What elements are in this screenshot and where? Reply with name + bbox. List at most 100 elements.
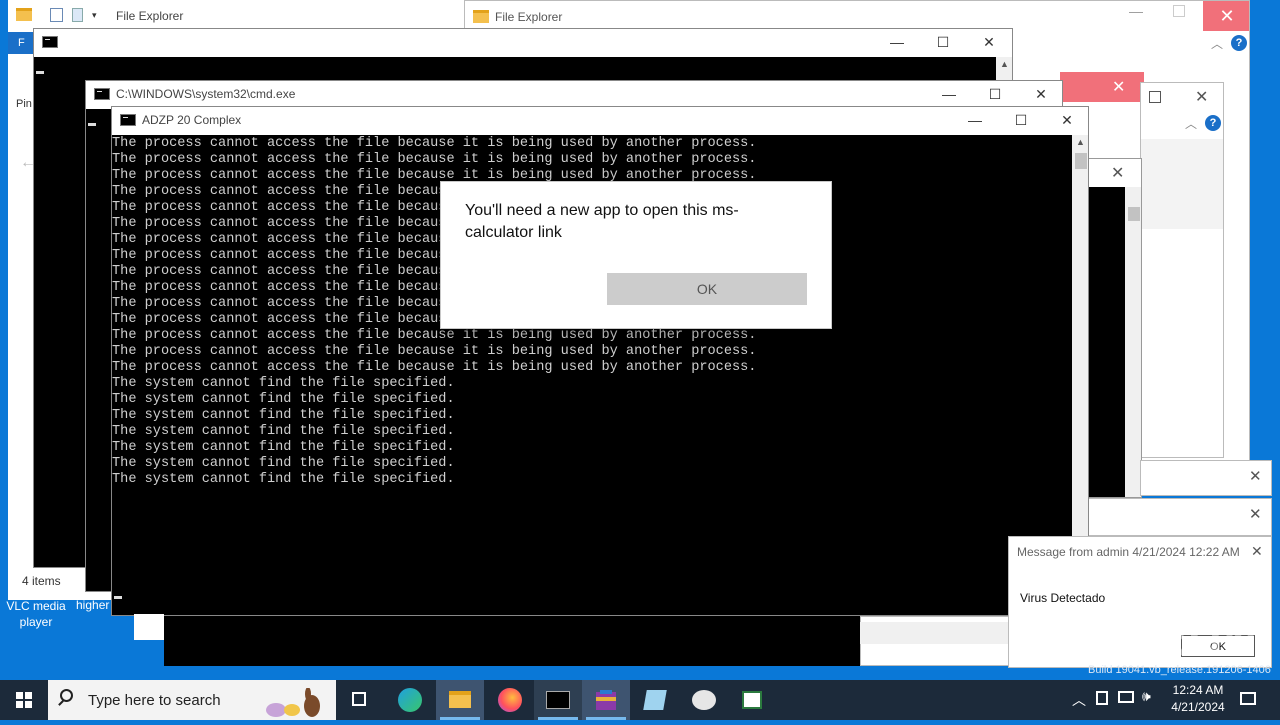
maximize-button[interactable]: ☐ xyxy=(920,29,966,55)
network-icon[interactable] xyxy=(1118,691,1134,703)
help-icon[interactable]: ? xyxy=(1231,35,1247,51)
explorer-pane xyxy=(1141,139,1223,229)
close-button[interactable]: ✕ xyxy=(1249,467,1262,485)
dialog-message: You'll need a new app to open this ms-ca… xyxy=(465,202,739,241)
checkbox-icon[interactable] xyxy=(50,8,63,22)
anyrun-watermark: ANY RUN xyxy=(1036,613,1259,665)
cmd-icon xyxy=(94,88,110,100)
ribbon-file-tab[interactable]: F xyxy=(8,32,36,54)
console-line: The process cannot access the file becau… xyxy=(112,344,757,359)
close-button[interactable]: ✕ xyxy=(1203,1,1249,31)
console-line: The system cannot find the file specifie… xyxy=(112,440,455,455)
cmd-mid-title: C:\WINDOWS\system32\cmd.exe xyxy=(116,87,296,101)
console-line: The system cannot find the file specifie… xyxy=(112,408,455,423)
desktop-icon-vlc-label[interactable]: VLC media player xyxy=(6,598,66,630)
message-body: Virus Detectado xyxy=(1020,591,1106,605)
close-button[interactable]: ✕ xyxy=(1195,87,1208,107)
message-title: Message from admin 4/21/2024 12:22 AM xyxy=(1017,545,1240,559)
open-with-dialog: You'll need a new app to open this ms-ca… xyxy=(440,181,832,329)
winrar-button[interactable] xyxy=(582,680,630,720)
cmd-button[interactable] xyxy=(534,680,582,720)
lock-drive-icon[interactable] xyxy=(1096,691,1108,705)
scroll-thumb[interactable] xyxy=(1075,153,1087,169)
document-icon[interactable] xyxy=(72,8,83,22)
console-area xyxy=(1089,187,1125,497)
cmd-mid-titlebar[interactable]: C:\WINDOWS\system32\cmd.exe — ☐ ✕ xyxy=(86,81,1062,107)
search-box[interactable]: Type here to search xyxy=(48,680,336,720)
windows-build-text: Build 19041.vb_release.191206-1406 xyxy=(1088,664,1271,676)
background-window-stub: ✕ xyxy=(1060,72,1144,102)
close-button[interactable]: ✕ xyxy=(1251,543,1263,560)
ok-button[interactable]: OK xyxy=(607,273,807,305)
cursor xyxy=(114,596,122,599)
chevron-up-icon[interactable]: ︿ xyxy=(1185,115,1197,132)
scrollbar[interactable] xyxy=(1125,187,1141,497)
close-button[interactable]: ✕ xyxy=(1111,163,1124,183)
minimize-button[interactable]: — xyxy=(926,81,972,107)
console-line: The process cannot access the file becau… xyxy=(112,360,757,375)
folder-icon xyxy=(449,691,471,708)
cursor xyxy=(36,71,44,74)
firefox-button[interactable] xyxy=(486,680,534,720)
help-icon[interactable]: ? xyxy=(1205,115,1221,131)
close-icon[interactable]: ✕ xyxy=(1112,77,1125,97)
console-line: The process cannot access the file becau… xyxy=(112,136,757,151)
minimize-button[interactable]: — xyxy=(952,107,998,133)
minimize-button[interactable]: — xyxy=(874,29,920,55)
close-button[interactable]: ✕ xyxy=(966,29,1012,55)
firefox-icon xyxy=(498,688,522,712)
console-line: The process cannot access the file becau… xyxy=(112,328,757,343)
close-button[interactable]: ✕ xyxy=(1249,505,1262,523)
cmd-front-titlebar[interactable]: ADZP 20 Complex — ☐ ✕ xyxy=(112,107,1088,133)
start-button[interactable] xyxy=(0,680,48,720)
chevron-up-icon[interactable]: ︿ xyxy=(1072,690,1086,710)
volume-icon[interactable]: 🕪 xyxy=(1142,688,1151,705)
close-button[interactable]: ✕ xyxy=(1044,107,1088,133)
scroll-thumb[interactable] xyxy=(1128,207,1140,221)
close-button[interactable]: ✕ xyxy=(1018,81,1062,107)
notification-icon[interactable] xyxy=(1240,692,1256,705)
scroll-up-icon[interactable]: ▲ xyxy=(1076,137,1085,147)
console-line: The system cannot find the file specifie… xyxy=(112,456,455,471)
console-line: The process cannot access the file becau… xyxy=(112,152,757,167)
maximize-button[interactable] xyxy=(1149,91,1161,103)
app-window-button[interactable] xyxy=(728,680,776,720)
window-strip xyxy=(134,614,164,640)
minimize-button[interactable]: — xyxy=(1129,3,1143,19)
chevron-up-icon[interactable]: ︿ xyxy=(1211,35,1223,52)
cmd-icon xyxy=(120,114,136,126)
explorer-right-title: File Explorer xyxy=(495,10,563,24)
cmd-icon xyxy=(546,691,570,709)
clock[interactable]: 12:24 AM 4/21/2024 xyxy=(1160,682,1236,716)
search-placeholder: Type here to search xyxy=(88,692,221,709)
folder-icon xyxy=(16,8,32,21)
explorer-window-small: ✕ ︿ ? xyxy=(1140,82,1224,458)
console-strip xyxy=(164,616,860,666)
desktop-icon-higher-label[interactable]: higher xyxy=(76,598,109,612)
maximize-button[interactable]: ☐ xyxy=(998,107,1044,133)
app-window-icon xyxy=(742,691,762,709)
edge-icon xyxy=(398,688,422,712)
scroll-up-icon[interactable]: ▲ xyxy=(1000,59,1009,69)
cmd-window-small: ✕ xyxy=(1088,158,1142,498)
cmd-back-titlebar[interactable]: — ☐ ✕ xyxy=(34,29,1012,55)
notepad-button[interactable] xyxy=(632,680,680,720)
vlc-icon[interactable] xyxy=(14,584,30,594)
task-view-button[interactable] xyxy=(336,680,384,720)
window-strip xyxy=(860,622,1010,644)
easter-bunny-icon xyxy=(258,687,328,718)
file-explorer-button[interactable] xyxy=(436,680,484,720)
taskbar: Type here to search ︿ 🕪 12:24 AM 4/21/20… xyxy=(0,680,1280,720)
edge-button[interactable] xyxy=(386,680,434,720)
search-icon-handle xyxy=(58,700,64,706)
maximize-button[interactable] xyxy=(1173,5,1185,17)
maximize-button[interactable]: ☐ xyxy=(972,81,1018,107)
cmd-icon xyxy=(42,36,58,48)
paint-palette-icon xyxy=(692,690,716,710)
notepad-icon xyxy=(643,690,667,710)
pin-label[interactable]: Pin xyxy=(16,98,32,110)
dialog-stub-2: ✕ xyxy=(1088,498,1272,536)
chevron-down-icon[interactable]: ▾ xyxy=(92,10,97,21)
console-line: The system cannot find the file specifie… xyxy=(112,472,455,487)
paint-button[interactable] xyxy=(680,680,728,720)
